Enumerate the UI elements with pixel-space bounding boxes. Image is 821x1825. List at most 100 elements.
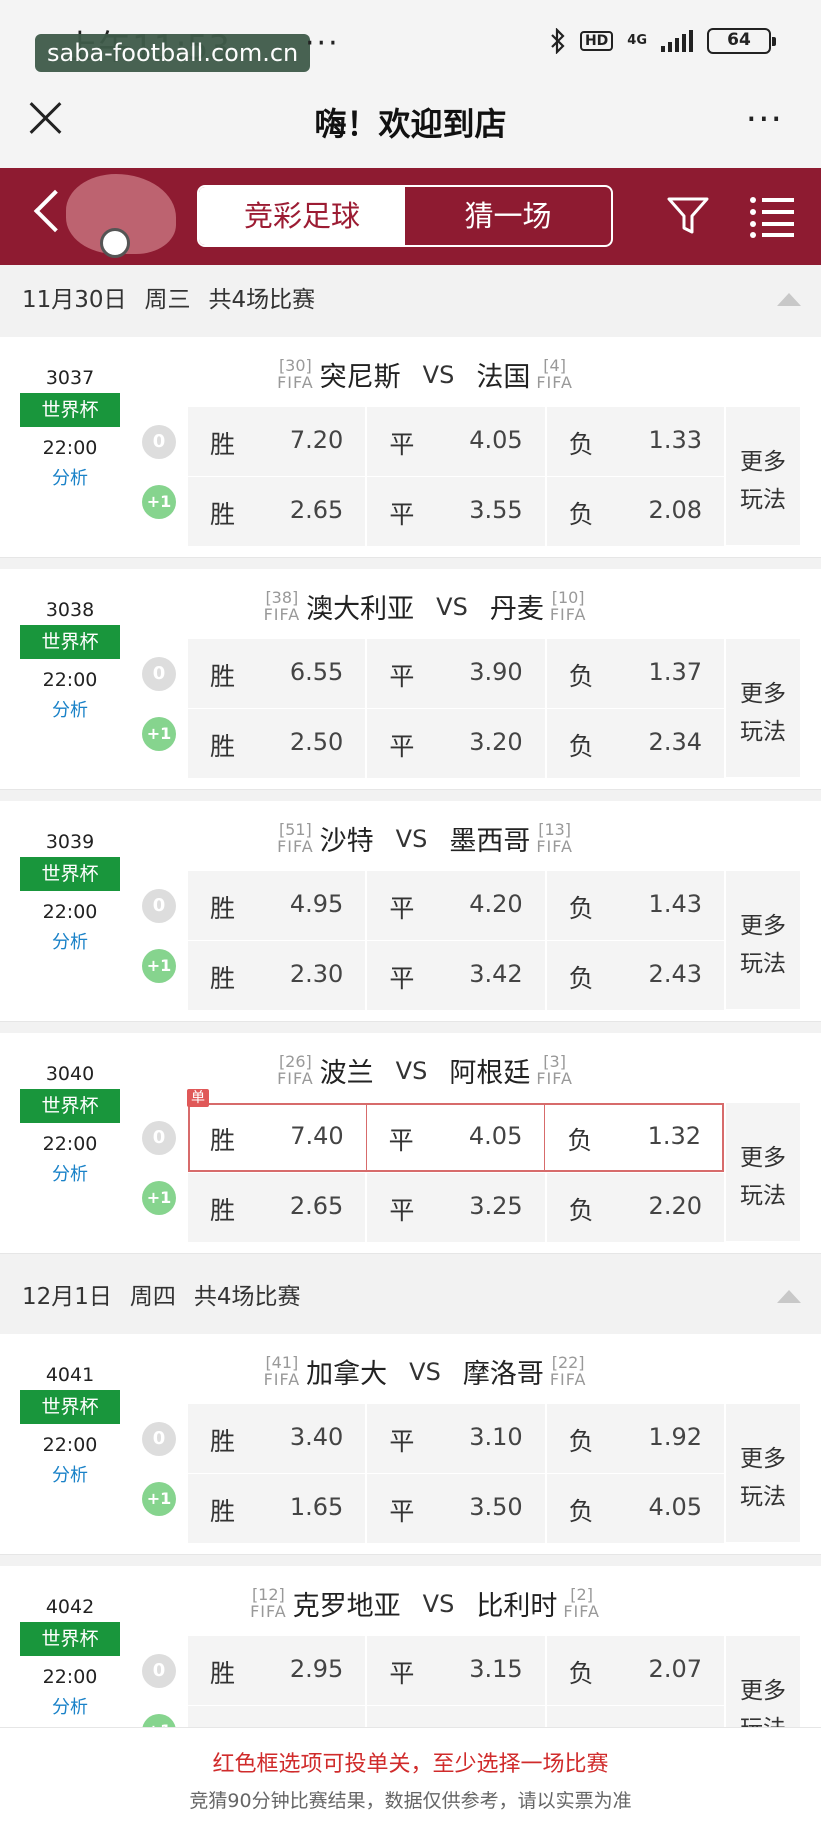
more-play-button[interactable]: 更多玩法 [726,639,800,777]
date-header: 12月1日 周四 共4场比赛 [0,1264,821,1330]
filter-icon[interactable] [666,194,710,238]
status-more-icon: ··· [305,26,340,61]
away-team: 阿根廷 [449,1058,531,1089]
fifa-label: FIFA [277,372,314,392]
fifa-label: FIFA [277,836,314,856]
odds-lose-option[interactable]: 负 2.43 [547,941,724,1010]
odds-draw-option[interactable]: 平 3.25 [367,1173,547,1242]
match-info: 3040 世界杯 22:00 分析 [20,1059,120,1187]
odds-lose-option[interactable]: 负 1.33 [547,407,724,476]
odds-lose-option[interactable]: 负 2.20 [547,1173,724,1242]
more-play-button[interactable]: 更多玩法 [726,871,800,1009]
odds-win-option[interactable]: 胜 3.40 [188,1404,368,1473]
odds-value: 1.92 [648,1423,702,1451]
odds-value: 2.95 [289,1655,344,1683]
odds-value: 4.05 [648,1493,702,1521]
match-info: 3037 世界杯 22:00 分析 [20,363,120,491]
tab-switch: 竞彩足球 猜一场 [197,185,613,247]
odds-row: 胜 4.95 平 4.20 负 1.43 [188,871,724,940]
handicap-plus1-badge: +1 [142,717,176,751]
away-fifa-rank: [22] FIFA [550,1354,587,1389]
odds-win-option[interactable]: 胜 2.50 [188,709,368,778]
more-play-button[interactable]: 更多玩法 [726,407,800,545]
odds-win-option[interactable]: 胜 7.40 [188,1103,367,1172]
odds-lose-option[interactable]: 负 2.07 [547,1636,724,1705]
more-play-button[interactable]: 更多玩法 [726,1103,800,1241]
match-number: 4041 [45,1364,95,1386]
odds-row: 胜 2.65 平 3.55 负 2.08 [188,477,724,546]
odds-draw-option[interactable]: 平 3.42 [367,941,547,1010]
analysis-link[interactable]: 分析 [20,467,120,491]
match-count: 共4场比赛 [208,287,316,313]
collapse-icon[interactable] [777,293,801,306]
odds-row: 胜 2.50 平 3.20 负 2.34 [188,709,724,778]
odds-win-label: 胜 [210,662,236,691]
odds-row: 胜 2.30 平 3.42 负 2.43 [188,941,724,1010]
home-team: 加拿大 [306,1359,388,1390]
handicap-0-badge: 0 [142,889,176,923]
rank-value: [4] [543,355,566,375]
more-play-button[interactable]: 更多玩法 [726,1404,800,1542]
odds-win-option[interactable]: 胜 4.95 [188,871,368,940]
odds-draw-label: 平 [389,732,415,761]
odds-draw-option[interactable]: 平 3.10 [367,1404,547,1473]
odds-lose-option[interactable]: 负 4.05 [547,1474,724,1543]
home-fifa-rank: [12] FIFA [250,1584,287,1621]
league-badge: 世界杯 [20,1390,120,1424]
football-image [100,228,130,258]
odds-draw-option[interactable]: 平 3.20 [367,709,547,778]
odds-draw-option[interactable]: 平 3.90 [367,639,547,708]
odds-lose-option[interactable]: 负 1.32 [545,1103,725,1172]
odds-lose-option[interactable]: 负 1.92 [547,1404,724,1473]
vs-label: VS [395,1056,428,1085]
odds-value: 7.40 [290,1122,344,1150]
odds-lose-option[interactable]: 负 2.34 [547,709,724,778]
odds-lose-option[interactable]: 负 2.08 [547,477,724,546]
odds-draw-label: 平 [389,964,415,993]
analysis-link[interactable]: 分析 [20,699,120,723]
analysis-link[interactable]: 分析 [20,1696,120,1720]
odds-win-option[interactable]: 胜 1.65 [188,1474,368,1543]
odds-lose-label: 负 [568,430,594,459]
more-play-line1: 更多 [740,1446,786,1472]
rank-value: [51] [278,819,312,839]
odds-draw-option[interactable]: 平 3.15 [367,1636,547,1705]
vs-label: VS [395,824,428,853]
odds-value: 2.43 [648,960,702,988]
odds-draw-option[interactable]: 平 3.55 [367,477,547,546]
odds-win-option[interactable]: 胜 7.20 [188,407,368,476]
more-play-line2: 玩法 [740,719,786,745]
odds-value: 7.20 [289,426,344,454]
analysis-link[interactable]: 分析 [20,1464,120,1488]
more-options-icon[interactable]: ··· [746,99,783,140]
odds-value: 2.30 [289,960,344,988]
away-fifa-rank: [13] FIFA [536,821,573,856]
analysis-link[interactable]: 分析 [20,931,120,955]
away-team: 墨西哥 [449,826,531,857]
odds-lose-option[interactable]: 负 1.37 [547,639,724,708]
odds-win-label: 胜 [210,430,236,459]
odds-value: 4.05 [469,426,523,454]
tab-jingcai[interactable]: 竞彩足球 [199,187,405,245]
rank-value: [12] [251,1584,285,1604]
odds-win-option[interactable]: 胜 2.30 [188,941,368,1010]
analysis-link[interactable]: 分析 [20,1163,120,1187]
odds-win-option[interactable]: 胜 6.55 [188,639,368,708]
odds-win-option[interactable]: 胜 2.95 [188,1636,368,1705]
odds-lose-label: 负 [568,894,594,923]
odds-draw-option[interactable]: 平 4.05 [367,407,547,476]
odds-row: 胜 6.55 平 3.90 负 1.37 [188,639,724,708]
odds-draw-option[interactable]: 平 4.20 [367,871,547,940]
odds-win-option[interactable]: 胜 2.65 [188,1173,368,1242]
odds-win-option[interactable]: 胜 2.65 [188,477,368,546]
odds-draw-option[interactable]: 平 4.05 [367,1103,546,1172]
odds-lose-option[interactable]: 负 1.43 [547,871,724,940]
odds-value: 4.05 [468,1122,523,1150]
handicap-plus1-badge: +1 [142,1482,176,1516]
menu-list-icon[interactable] [748,194,796,240]
kickoff-time: 22:00 [42,1434,98,1456]
tab-guess-one[interactable]: 猜一场 [405,187,611,245]
collapse-icon[interactable] [777,1290,801,1303]
rank-value: [2] [570,1584,593,1604]
odds-draw-option[interactable]: 平 3.50 [367,1474,547,1543]
